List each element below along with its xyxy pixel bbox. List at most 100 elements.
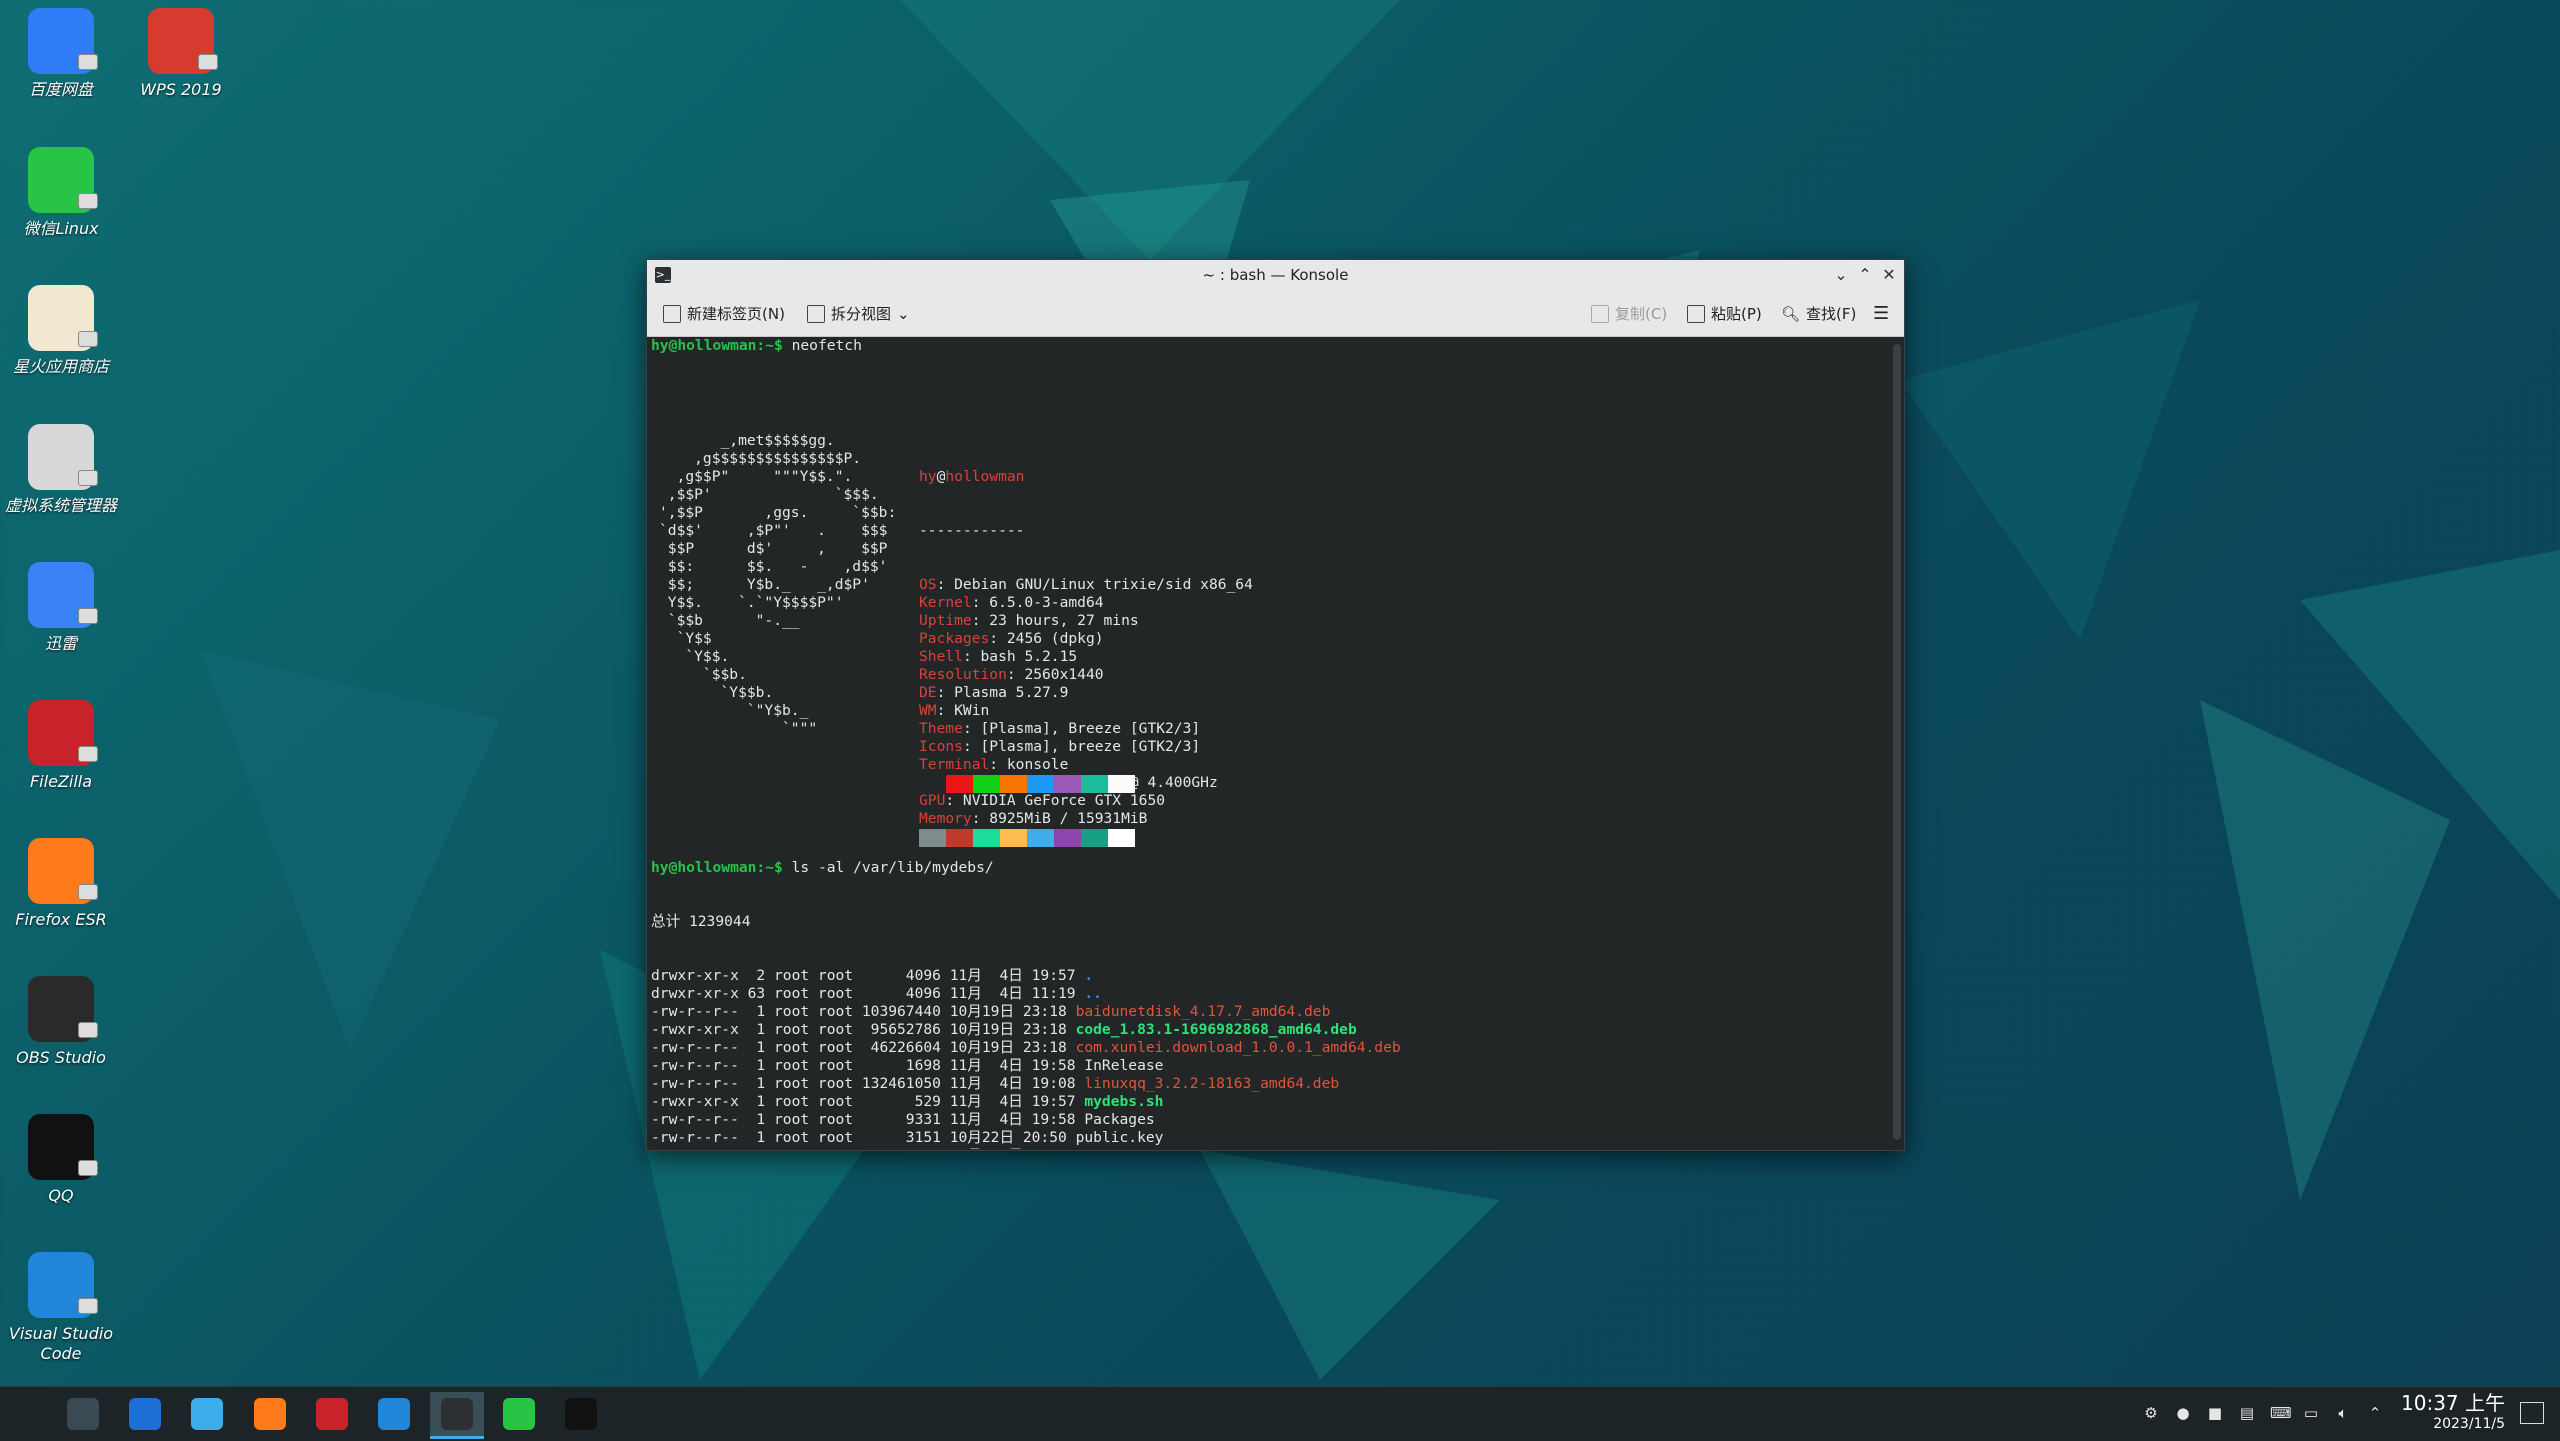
desktop-icon-label: 星火应用商店 (12, 357, 109, 376)
desktop-icon[interactable]: Visual Studio Code (0, 1252, 130, 1364)
ascii-art-line: `$$b "-.__ (659, 612, 800, 629)
tray-keyboard-icon[interactable]: ⌨ (2270, 1404, 2292, 1422)
desktop-icon[interactable]: 星火应用商店 (0, 285, 130, 377)
obs-icon (28, 976, 98, 1042)
konsole-window[interactable]: >_ ~ : bash — Konsole ⌄ ⌃ ✕ 新建标签页(N) 拆分视… (646, 259, 1905, 1151)
ls-entry-name: com.xunlei.download_1.0.0.1_amd64.deb (1075, 1039, 1401, 1056)
neofetch-info-line: DE: Plasma 5.27.9 (919, 684, 1253, 702)
desktop-icon-label: Visual Studio Code (8, 1324, 114, 1363)
desktop-icon-label: OBS Studio (16, 1048, 106, 1067)
terminal-output[interactable]: hy@hollowman:~$ neofetch _,met$$$$$gg. ,… (647, 337, 1887, 1149)
ls-entry-meta: -rwxr-xr-x 1 root root 95652786 10月19日 2… (651, 1021, 1076, 1038)
info-key: Packages (919, 630, 990, 647)
taskbar-app-wechat[interactable] (492, 1392, 546, 1436)
ls-entry-name: InRelease (1084, 1057, 1164, 1074)
shortcut-badge-icon (78, 746, 98, 762)
ls-entry-name: linuxqq_3.2.2-18163_amd64.deb (1084, 1075, 1340, 1092)
desktop-icon[interactable]: 微信Linux (0, 147, 130, 239)
color-swatch (919, 775, 946, 793)
info-key: Theme (919, 720, 963, 737)
info-value: : 6.5.0-3-amd64 (971, 594, 1104, 611)
ls-total: 总计 1239044 (651, 913, 751, 930)
taskbar-app-vscode[interactable] (367, 1392, 421, 1436)
taskbar-app-qq-penguin[interactable] (554, 1392, 608, 1436)
shortcut-badge-icon (78, 470, 98, 486)
clock-time: 10:37 上午 (2401, 1391, 2505, 1415)
desktop-icon[interactable]: FileZilla (0, 700, 130, 792)
split-view-icon (807, 304, 825, 323)
qq-penguin-icon (28, 1114, 98, 1180)
firefox-icon (28, 838, 98, 904)
info-value: : [Plasma], Breeze [GTK2/3] (962, 720, 1201, 737)
chevron-down-icon: ⌄ (897, 304, 910, 323)
taskbar-app-file-manager[interactable] (180, 1392, 234, 1436)
ls-entry-name: baidunetdisk_4.17.7_amd64.deb (1075, 1003, 1331, 1020)
tray-expand-icon[interactable]: ⌃ (2366, 1404, 2384, 1422)
taskbar-app-filezilla[interactable] (305, 1392, 359, 1436)
shortcut-badge-icon (78, 608, 98, 624)
shortcut-badge-icon (198, 54, 218, 70)
neofetch-info-line: Shell: bash 5.2.15 (919, 648, 1253, 666)
desktop-icon-label: 迅雷 (44, 634, 77, 653)
neofetch-info-line: Theme: [Plasma], Breeze [GTK2/3] (919, 720, 1253, 738)
ls-entry: -rw-r--r-- 1 root root 546 11月 4日 19:58 … (647, 1147, 1877, 1149)
window-titlebar[interactable]: >_ ~ : bash — Konsole ⌄ ⌃ ✕ (647, 260, 1904, 290)
ls-entry-meta: -rw-r--r-- 1 root root 546 11月 4日 19:58 (651, 1147, 1084, 1149)
prompt: hy@hollowman:~$ (651, 859, 783, 876)
tray-notification-icon[interactable]: ⚙ (2142, 1404, 2160, 1422)
close-icon[interactable]: ✕ (1878, 264, 1900, 286)
clock[interactable]: 10:37 上午 2023/11/5 (2395, 1391, 2505, 1433)
ls-entry: -rw-r--r-- 1 root root 46226604 10月19日 2… (647, 1039, 1877, 1057)
taskbar-app-system-settings[interactable] (56, 1392, 110, 1436)
taskbar-app-app-launcher[interactable] (0, 1392, 54, 1436)
ls-entry-name: README.md (1084, 1147, 1163, 1149)
paste-icon (1687, 304, 1705, 323)
split-view-button[interactable]: 拆分视图 ⌄ (807, 303, 910, 324)
find-label: 查找(F) (1806, 305, 1857, 323)
ls-entry-meta: -rwxr-xr-x 1 root root 529 11月 4日 19:57 (651, 1093, 1085, 1110)
wps-icon (148, 8, 218, 74)
desktop-icon-label: 百度网盘 (28, 80, 93, 99)
new-tab-label: 新建标签页(N) (687, 305, 785, 323)
maximize-icon[interactable]: ⌃ (1854, 264, 1876, 286)
ls-entry-name: .. (1084, 985, 1102, 1002)
discover-store-icon (129, 1398, 161, 1430)
ascii-art-line: _,met$$$$$gg. (659, 432, 835, 449)
tray-wechat-icon[interactable]: ■ (2206, 1404, 2224, 1422)
desktop-icon[interactable]: 迅雷 (0, 562, 130, 654)
taskbar-app-discover-store[interactable] (118, 1392, 172, 1436)
taskbar-app-firefox[interactable] (243, 1392, 297, 1436)
neofetch-info-line: Packages: 2456 (dpkg) (919, 630, 1253, 648)
desktop-icon[interactable]: WPS 2019 (112, 8, 250, 100)
tray-network-icon[interactable]: ▭ (2302, 1404, 2320, 1422)
desktop-icon[interactable]: OBS Studio (0, 976, 130, 1068)
tray-volume-icon[interactable]: 🔈︎ (2334, 1404, 2352, 1422)
copy-label: 复制(C) (1615, 305, 1668, 323)
minimize-icon[interactable]: ⌄ (1830, 264, 1852, 286)
ascii-art-line: `d$$' ,$P"' . $$$ (659, 522, 888, 539)
color-swatch (946, 775, 973, 793)
show-desktop-icon[interactable] (2520, 1402, 2544, 1424)
desktop-icon[interactable]: 百度网盘 (0, 8, 130, 100)
desktop-icon-label: QQ (48, 1186, 74, 1205)
info-key: Shell (919, 648, 963, 665)
ls-entry-name: Packages (1084, 1111, 1155, 1128)
copy-button[interactable]: 复制(C) (1591, 303, 1667, 324)
ascii-art-line: `Y$$ (659, 630, 712, 647)
tray-clipboard-icon[interactable]: ▤ (2238, 1404, 2256, 1422)
neofetch-separator: ------------ (919, 522, 1025, 539)
ls-entry-meta: drwxr-xr-x 63 root root 4096 11月 4日 11:1… (651, 985, 1085, 1002)
paste-button[interactable]: 粘贴(P) (1687, 303, 1762, 324)
tray-qq-icon[interactable]: ● (2174, 1404, 2192, 1422)
desktop-icon[interactable]: QQ (0, 1114, 130, 1206)
system-settings-icon (67, 1398, 99, 1430)
find-button[interactable]: 🔍︎ 查找(F) (1781, 303, 1856, 324)
hamburger-menu-icon[interactable]: ☰ (1873, 303, 1889, 324)
ascii-art-line: `$$b. (659, 666, 747, 683)
desktop-icon[interactable]: 虚拟系统管理器 (0, 424, 130, 516)
desktop-icon[interactable]: Firefox ESR (0, 838, 130, 930)
terminal-scrollbar[interactable] (1893, 344, 1901, 1140)
new-tab-button[interactable]: 新建标签页(N) (663, 303, 785, 324)
taskbar-app-konsole[interactable] (430, 1392, 484, 1439)
app-launcher-icon (11, 1398, 43, 1430)
